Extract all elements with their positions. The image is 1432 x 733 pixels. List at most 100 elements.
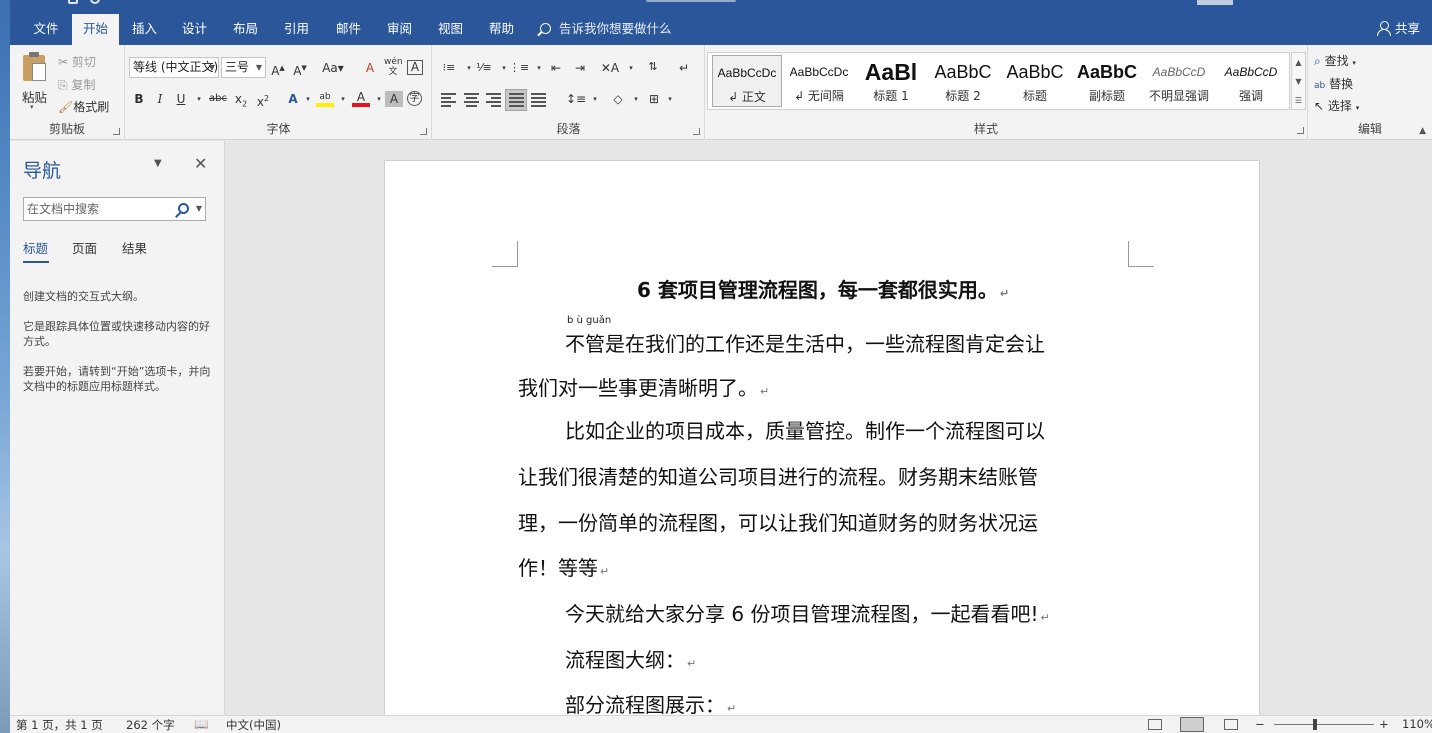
close-icon[interactable]: ✕: [194, 154, 207, 173]
account-button[interactable]: [1197, 0, 1233, 5]
page-count[interactable]: 第 1 页，共 1 页: [16, 717, 103, 733]
paragraph-line[interactable]: 让我们很清楚的知道公司项目进行的流程。财务期末结账管: [518, 461, 1038, 490]
phonetic-guide-icon[interactable]: wén 文: [384, 57, 403, 77]
underline-icon[interactable]: U: [172, 91, 190, 107]
nav-tab-pages[interactable]: 页面: [72, 238, 97, 257]
style-normal[interactable]: AaBbCcDc ↲ 正文: [712, 55, 782, 107]
zoom-in-icon[interactable]: +: [1379, 717, 1389, 731]
read-mode-icon[interactable]: [1148, 719, 1162, 730]
nav-search-input[interactable]: 在文档中搜索 ▼: [23, 197, 206, 221]
web-layout-icon[interactable]: [1224, 719, 1238, 730]
justify-button[interactable]: [505, 89, 527, 111]
tab-layout[interactable]: 布局: [224, 14, 267, 45]
subscript-icon[interactable]: x2: [232, 91, 250, 108]
cut-button[interactable]: ✂ 剪切: [58, 53, 96, 70]
change-case-icon[interactable]: Aa▾: [319, 60, 347, 76]
chevron-down-icon[interactable]: ▼: [1295, 77, 1301, 86]
text-effects-dropdown-icon[interactable]: ▾: [299, 91, 317, 107]
character-shading-icon[interactable]: A: [385, 91, 403, 107]
clear-formatting-icon[interactable]: A: [361, 60, 379, 76]
chevron-down-icon[interactable]: ▼: [196, 198, 202, 220]
document-title[interactable]: 6 套项目管理流程图，每一套都很实用。 ↵: [385, 274, 1261, 303]
paragraph-line[interactable]: 我们对一些事更清晰明了。 ↵: [518, 372, 769, 401]
sort-icon[interactable]: ⇅: [644, 59, 662, 75]
clipboard-launcher[interactable]: [113, 128, 120, 135]
tab-file[interactable]: 文件: [20, 14, 72, 45]
collapse-ribbon-icon[interactable]: ▲: [1419, 126, 1426, 136]
font-launcher[interactable]: [420, 128, 427, 135]
grow-font-icon[interactable]: A▲: [269, 60, 287, 78]
search-icon[interactable]: [178, 203, 189, 214]
highlight-dropdown-icon[interactable]: ▾: [334, 91, 352, 107]
font-size-select[interactable]: 三号 ▼: [221, 57, 266, 78]
multilevel-dropdown-icon[interactable]: ▾: [530, 60, 548, 76]
chinese-layout-dropdown-icon[interactable]: ▾: [622, 60, 640, 76]
zoom-out-icon[interactable]: −: [1255, 717, 1265, 731]
word-count[interactable]: 262 个字: [126, 717, 175, 733]
distributed-icon[interactable]: [531, 93, 546, 107]
align-right-icon[interactable]: [486, 93, 501, 107]
decrease-indent-icon[interactable]: ⇤: [547, 60, 565, 76]
nav-tab-results[interactable]: 结果: [122, 238, 147, 257]
paste-dropdown-icon[interactable]: ▾: [30, 103, 34, 111]
style-heading-2[interactable]: AaBbC 标题 2: [928, 55, 998, 107]
tab-review[interactable]: 审阅: [378, 14, 421, 45]
styles-launcher[interactable]: [1297, 127, 1304, 134]
more-icon[interactable]: ☰: [1295, 96, 1302, 105]
nav-options-chevron-icon[interactable]: ▼: [154, 158, 162, 169]
paragraph-line[interactable]: 理，一份简单的流程图，可以让我们知道财务的财务状况运: [518, 507, 1038, 536]
show-formatting-marks-icon[interactable]: ↵: [675, 60, 693, 76]
align-center-icon[interactable]: [464, 93, 479, 107]
numbering-icon[interactable]: ⅟≡: [474, 60, 494, 76]
align-left-icon[interactable]: [441, 93, 456, 107]
paragraph-line[interactable]: 作！等等 ↵: [518, 552, 609, 581]
style-title[interactable]: AaBbC 标题: [1000, 55, 1070, 107]
chinese-layout-icon[interactable]: ✕A: [599, 60, 621, 76]
line-spacing-icon[interactable]: ↕≡: [566, 91, 586, 107]
strikethrough-icon[interactable]: abc: [206, 91, 230, 107]
select-button[interactable]: ↖ 选择 ▾: [1314, 97, 1359, 114]
highlight-icon[interactable]: ab: [316, 89, 334, 107]
bold-icon[interactable]: B: [130, 91, 148, 107]
zoom-slider-track[interactable]: [1274, 724, 1374, 725]
document-page[interactable]: 6 套项目管理流程图，每一套都很实用。 ↵ b ù guǎn 不管是在我们的工作还…: [384, 160, 1260, 715]
style-subtle-emphasis[interactable]: AaBbCcD 不明显强调: [1144, 55, 1214, 107]
zoom-slider-thumb[interactable]: [1313, 719, 1317, 730]
bullets-icon[interactable]: ⁝≡: [439, 60, 459, 76]
style-heading-1[interactable]: AaBl 标题 1: [856, 55, 926, 107]
print-layout-icon[interactable]: [1180, 717, 1204, 732]
tab-mailings[interactable]: 邮件: [327, 14, 370, 45]
undo-icon[interactable]: [90, 0, 100, 4]
line-spacing-dropdown-icon[interactable]: ▾: [586, 91, 604, 107]
paragraph-line[interactable]: 今天就给大家分享 6 份项目管理流程图，一起看看吧! ↵: [565, 598, 1050, 627]
share-button[interactable]: 共享: [1376, 14, 1420, 44]
tab-references[interactable]: 引用: [275, 14, 318, 45]
tell-me-search[interactable]: 告诉我你想要做什么: [540, 14, 672, 45]
tab-home[interactable]: 开始: [72, 14, 119, 45]
shading-icon[interactable]: ◇: [609, 91, 627, 107]
paragraph-line[interactable]: 比如企业的项目成本，质量管控。制作一个流程图可以: [565, 415, 1045, 444]
find-button[interactable]: ⌕ 查找 ▾: [1314, 52, 1356, 69]
enclose-characters-icon[interactable]: 字: [407, 91, 422, 106]
font-color-icon[interactable]: A: [352, 89, 370, 107]
borders-dropdown-icon[interactable]: ▾: [661, 91, 679, 107]
copy-button[interactable]: ⎘ 复制: [58, 76, 95, 93]
save-icon[interactable]: [68, 0, 78, 4]
document-area[interactable]: 6 套项目管理流程图，每一套都很实用。 ↵ b ù guǎn 不管是在我们的工作还…: [226, 141, 1432, 715]
paragraph-line[interactable]: 部分流程图展示： ↵: [565, 689, 736, 715]
tab-help[interactable]: 帮助: [480, 14, 523, 45]
nav-tab-headings[interactable]: 标题: [23, 238, 48, 257]
format-painter-button[interactable]: 🖌格式刷: [58, 98, 109, 115]
paragraph-line[interactable]: 不管是在我们的工作还是生活中，一些流程图肯定会让: [565, 328, 1045, 357]
tab-view[interactable]: 视图: [429, 14, 472, 45]
paste-button[interactable]: 粘贴 ▾: [18, 51, 52, 111]
shrink-font-icon[interactable]: A▼: [291, 60, 309, 78]
tab-design[interactable]: 设计: [173, 14, 216, 45]
style-emphasis[interactable]: AaBbCcD 强调: [1216, 55, 1286, 107]
language-indicator[interactable]: 中文(中国): [226, 717, 281, 733]
multilevel-list-icon[interactable]: ⋮≡: [509, 60, 529, 76]
proofing-icon[interactable]: 📖: [194, 717, 208, 731]
font-name-select[interactable]: 等线 (中文正文) ▼: [129, 57, 219, 78]
tab-insert[interactable]: 插入: [123, 14, 166, 45]
superscript-icon[interactable]: x2: [254, 91, 272, 109]
